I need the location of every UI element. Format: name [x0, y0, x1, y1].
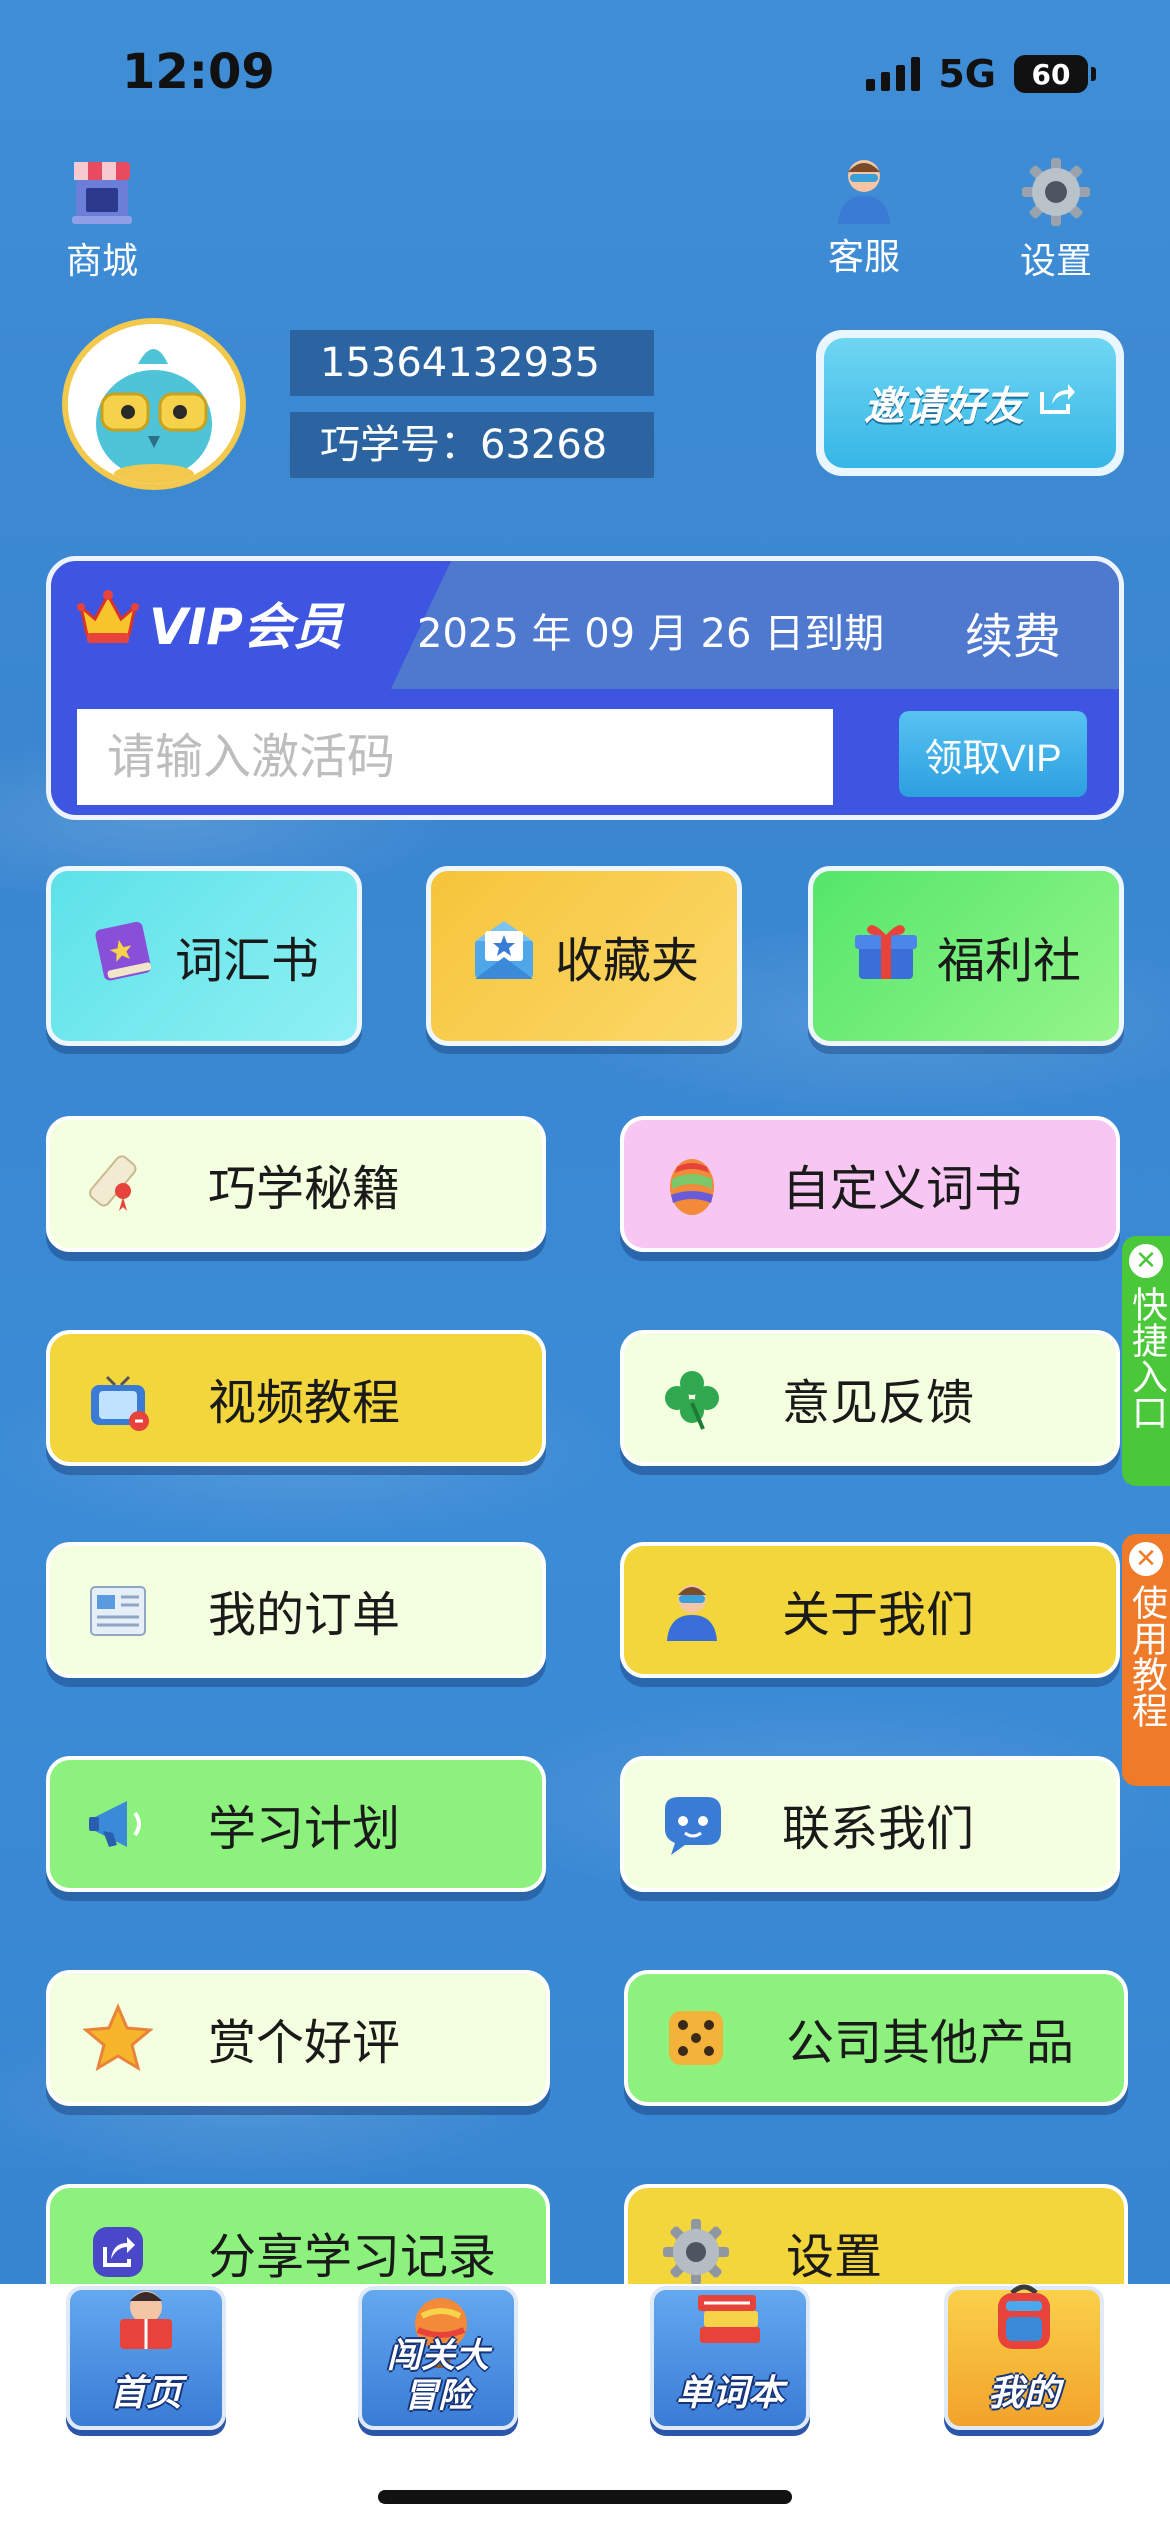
- books-stack-icon: [690, 2283, 770, 2362]
- feedback-label: 意见反馈: [782, 1375, 975, 1431]
- favorites-button[interactable]: 收藏夹: [426, 866, 742, 1046]
- status-indicators: 5G 60: [866, 52, 1096, 96]
- reading-kid-icon: [106, 2283, 186, 2362]
- about-us-label: 关于我们: [782, 1587, 975, 1643]
- vip-expire-date: 2025 年 09 月 26 日到期: [417, 611, 885, 657]
- star-icon: [78, 1998, 158, 2078]
- signal-icon: [866, 57, 921, 91]
- vocabulary-book-button[interactable]: 词汇书: [46, 866, 362, 1046]
- vocabulary-book-label: 词汇书: [174, 933, 319, 989]
- vip-title: VIP会员: [149, 598, 343, 656]
- gear-icon: [656, 2212, 736, 2292]
- study-plan-label: 学习计划: [208, 1801, 401, 1857]
- learning-secrets-button[interactable]: 巧学秘籍: [46, 1116, 546, 1252]
- newspaper-icon: [78, 1570, 158, 1650]
- share-record-label: 分享学习记录: [208, 2229, 497, 2285]
- network-type: 5G: [938, 52, 996, 96]
- nav-mine[interactable]: 我的: [944, 2284, 1104, 2430]
- status-time: 12:09: [122, 44, 275, 100]
- crown-icon: [77, 589, 139, 657]
- my-orders-button[interactable]: 我的订单: [46, 1542, 546, 1678]
- tutorial-label: 使用教程: [1126, 1584, 1167, 1728]
- welfare-button[interactable]: 福利社: [808, 866, 1124, 1046]
- shortcut-side-tab[interactable]: ✕ 快捷入口: [1122, 1236, 1170, 1486]
- nav-home-label: 首页: [109, 2373, 182, 2414]
- my-orders-label: 我的订单: [208, 1587, 401, 1643]
- close-icon[interactable]: ✕: [1129, 1542, 1163, 1576]
- welfare-label: 福利社: [936, 933, 1081, 989]
- close-icon[interactable]: ✕: [1129, 1244, 1163, 1278]
- home-indicator: [378, 2490, 792, 2504]
- customer-service-icon: [828, 152, 900, 224]
- shortcut-label: 快捷入口: [1126, 1286, 1167, 1430]
- clover-icon: [652, 1358, 732, 1438]
- avatar[interactable]: [62, 318, 246, 490]
- gift-icon: [851, 915, 921, 997]
- learning-secrets-label: 巧学秘籍: [208, 1161, 401, 1217]
- customer-service-button[interactable]: 客服: [828, 152, 900, 280]
- tutorial-side-tab[interactable]: ✕ 使用教程: [1122, 1534, 1170, 1786]
- favorites-label: 收藏夹: [554, 933, 699, 989]
- settings-button[interactable]: 设置: [1020, 156, 1092, 284]
- claim-vip-button[interactable]: 领取VIP: [899, 711, 1087, 797]
- nav-wordbook[interactable]: 单词本: [650, 2286, 810, 2430]
- dice-icon: [656, 1998, 736, 2078]
- nav-mine-label: 我的: [987, 2373, 1060, 2414]
- contact-us-button[interactable]: 联系我们: [620, 1756, 1120, 1892]
- favorite-mail-icon: [469, 915, 539, 997]
- mall-button[interactable]: 商城: [66, 156, 138, 284]
- nav-adventure[interactable]: 闯关大冒险: [358, 2286, 518, 2430]
- phone-number: 15364132935: [290, 330, 654, 396]
- renew-button[interactable]: 续费: [965, 597, 1061, 667]
- egg-icon: [652, 1144, 732, 1224]
- settings-label: 设置: [1020, 241, 1093, 282]
- video-tutorial-button[interactable]: 视频教程: [46, 1330, 546, 1466]
- share-icon: [78, 2212, 158, 2292]
- book-icon: [89, 915, 159, 997]
- person-icon: [652, 1570, 732, 1650]
- other-products-button[interactable]: 公司其他产品: [624, 1970, 1128, 2106]
- scroll-icon: [78, 1144, 158, 1224]
- custom-wordbook-button[interactable]: 自定义词书: [620, 1116, 1120, 1252]
- shop-icon: [66, 156, 138, 228]
- share-arrow-icon: [1038, 380, 1076, 426]
- backpack-icon: [986, 2281, 1062, 2362]
- vip-card: VIP会员 2025 年 09 月 26 日到期 续费 领取VIP: [46, 556, 1124, 820]
- activation-code-input[interactable]: [77, 709, 833, 805]
- invite-label: 邀请好友: [864, 384, 1024, 430]
- custom-wordbook-label: 自定义词书: [782, 1161, 1023, 1217]
- study-plan-button[interactable]: 学习计划: [46, 1756, 546, 1892]
- battery-icon: 60: [1014, 55, 1096, 93]
- megaphone-icon: [78, 1784, 158, 1864]
- invite-friends-button[interactable]: 邀请好友: [816, 330, 1124, 476]
- feedback-button[interactable]: 意见反馈: [620, 1330, 1120, 1466]
- mall-label: 商城: [66, 241, 139, 282]
- other-products-label: 公司其他产品: [786, 2015, 1075, 2071]
- tv-icon: [78, 1358, 158, 1438]
- video-tutorial-label: 视频教程: [208, 1375, 401, 1431]
- settings-menu-label: 设置: [786, 2229, 883, 2285]
- about-us-button[interactable]: 关于我们: [620, 1542, 1120, 1678]
- nav-wordbook-label: 单词本: [675, 2373, 784, 2414]
- rate-us-label: 赏个好评: [208, 2015, 401, 2071]
- rate-us-button[interactable]: 赏个好评: [46, 1970, 550, 2106]
- customer-service-label: 客服: [828, 237, 901, 278]
- nav-home[interactable]: 首页: [66, 2286, 226, 2430]
- gear-icon: [1020, 156, 1092, 228]
- student-id: 巧学号：63268: [290, 412, 654, 478]
- nav-adventure-label: 闯关大冒险: [387, 2336, 489, 2416]
- contact-us-label: 联系我们: [782, 1801, 975, 1857]
- chat-bubble-icon: [652, 1784, 732, 1864]
